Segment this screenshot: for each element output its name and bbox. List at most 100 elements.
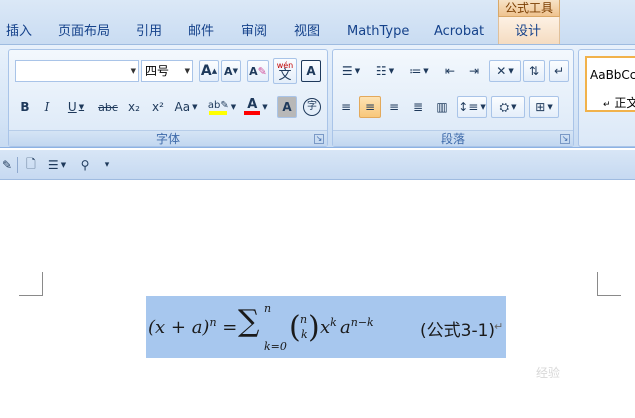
equation-x-term: xk xyxy=(320,316,337,338)
chevron-down-icon: ▼ xyxy=(423,67,429,75)
style-name-label: ↵ 正文 xyxy=(603,96,635,110)
chevron-down-icon: ▼ xyxy=(60,161,67,169)
tab-page-layout[interactable]: 页面布局 xyxy=(58,22,110,42)
align-center-button[interactable]: ≡ xyxy=(359,96,381,118)
numbering-button[interactable]: ☷ ▼ xyxy=(369,60,401,82)
summation-symbol: ∑ xyxy=(238,304,260,339)
strikethrough-button[interactable]: abc xyxy=(95,96,121,118)
shading-button[interactable]: ⛭ ▼ xyxy=(491,96,525,118)
chevron-down-icon: ▼ xyxy=(184,67,190,75)
paragraph-mark-icon: ↵ xyxy=(603,100,611,110)
italic-button[interactable]: I xyxy=(37,96,57,118)
decrease-indent-button[interactable]: ⇤ xyxy=(439,60,461,82)
justify-icon: ≣ xyxy=(412,100,424,114)
borders-icon: ⊞ xyxy=(535,100,546,114)
table-icon[interactable]: ☰ ▼ xyxy=(44,154,70,176)
numbered-list-icon: ☷ xyxy=(375,64,387,78)
bold-button[interactable]: B xyxy=(15,96,35,118)
eraser-icon: ✎ xyxy=(257,64,267,78)
equation-lhs: (x + a)n = xyxy=(148,316,238,338)
customize-toolbar-icon[interactable]: ▾ xyxy=(100,154,114,176)
font-color-swatch xyxy=(244,111,261,115)
watermark: 经验 xyxy=(536,366,561,380)
font-group-label: 字体 xyxy=(9,130,327,146)
line-spacing-icon: ↕≡ xyxy=(458,100,479,114)
binom-top: n xyxy=(300,313,308,326)
line-spacing-button[interactable]: ↕≡ ▼ xyxy=(457,96,487,118)
binom-paren-right: ) xyxy=(308,310,320,345)
tab-mathtype[interactable]: MathType xyxy=(347,22,409,42)
tab-design[interactable]: 设计 xyxy=(515,22,541,42)
chevron-down-icon: ▼ xyxy=(388,67,395,75)
tab-review[interactable]: 审阅 xyxy=(241,22,267,42)
style-normal-tile[interactable]: AaBbCcI ↵ 正文 xyxy=(585,56,635,112)
highlight-color-swatch xyxy=(209,110,228,115)
chinese-layout-button[interactable]: ✕ ▼ xyxy=(489,60,521,82)
sort-icon: ⇅ xyxy=(528,64,540,78)
chevron-down-icon: ▼ xyxy=(130,67,136,75)
font-size-combo[interactable]: 四号 ▼ xyxy=(141,60,193,82)
chevron-down-icon: ▼ xyxy=(508,67,514,75)
arrow-down-icon: ▼ xyxy=(232,67,238,75)
font-dialog-launcher-icon[interactable]: ↘ xyxy=(314,134,324,144)
superscript-button[interactable]: x² xyxy=(147,96,169,118)
tab-acrobat[interactable]: Acrobat xyxy=(434,22,484,42)
chevron-down-icon: ▼ xyxy=(230,103,237,111)
multilevel-list-button[interactable]: ≔ ▼ xyxy=(403,60,435,82)
show-marks-button[interactable]: ↵ xyxy=(549,60,569,82)
arrow-up-icon: ▲ xyxy=(211,67,218,75)
paragraph-dialog-launcher-icon[interactable]: ↘ xyxy=(560,134,570,144)
sort-button[interactable]: ⇅ xyxy=(523,60,545,82)
tab-view[interactable]: 视图 xyxy=(294,22,320,42)
clear-format-button[interactable]: A ✎ xyxy=(247,60,269,82)
binom-bottom: k xyxy=(301,328,308,341)
align-left-button[interactable]: ≡ xyxy=(335,96,357,118)
character-border-button[interactable]: A xyxy=(301,60,321,82)
change-case-button[interactable]: Aa ▼ xyxy=(171,96,201,118)
binomial-equation[interactable]: (x + a)n = ∑ n k=0 ( n k ) xk an−k xyxy=(148,302,418,353)
chinese-layout-icon: ✕ xyxy=(496,64,507,78)
sum-upper-limit: n xyxy=(264,302,272,315)
increase-indent-button[interactable]: ⇥ xyxy=(463,60,485,82)
bullets-button[interactable]: ☰ ▼ xyxy=(335,60,367,82)
chevron-down-icon: ▼ xyxy=(511,103,517,111)
subscript-button[interactable]: x₂ xyxy=(123,96,145,118)
new-document-icon[interactable]: 🗋 xyxy=(22,154,40,176)
chevron-down-icon: ▼ xyxy=(354,67,361,75)
tab-insert[interactable]: 插入 xyxy=(6,22,32,42)
equation-number-label: (公式3-1) xyxy=(420,321,496,341)
align-right-icon: ≡ xyxy=(388,100,400,114)
chevron-down-icon: ▼ xyxy=(192,103,198,111)
paragraph-group-label: 段落 xyxy=(333,130,573,146)
font-color-button[interactable]: A ▼ xyxy=(241,96,271,118)
font-name-combo[interactable]: ▼ xyxy=(15,60,139,82)
character-shading-button[interactable]: A xyxy=(277,96,297,118)
phonetic-guide-button[interactable]: wén 文 xyxy=(273,58,297,84)
shrink-font-button[interactable]: A ▼ xyxy=(221,60,241,82)
align-center-icon: ≡ xyxy=(364,100,376,114)
underline-button[interactable]: U ▼ xyxy=(61,96,91,118)
justify-button[interactable]: ≣ xyxy=(407,96,429,118)
paint-bucket-icon: ⛭ xyxy=(499,99,510,114)
ribbon: ▼ 四号 ▼ A ▲ A ▼ A ✎ wén 文 A B I U ▼ abc x₂ x² xyxy=(0,44,635,148)
distributed-button[interactable]: ▥ xyxy=(431,96,453,118)
crop-mark-left xyxy=(19,272,43,296)
format-painter-icon[interactable]: ⚲ xyxy=(74,154,96,176)
borders-button[interactable]: ⊞ ▼ xyxy=(529,96,559,118)
paragraph-mark-icon: ↵ xyxy=(494,320,504,333)
grow-font-button[interactable]: A ▲ xyxy=(199,60,219,82)
highlight-button[interactable]: ab✎ ▼ xyxy=(205,96,239,118)
pencil-icon[interactable]: ✎ xyxy=(0,154,14,176)
binom-paren-left: ( xyxy=(289,310,301,345)
chevron-down-icon: ▼ xyxy=(480,103,486,111)
chevron-down-icon: ▼ xyxy=(547,103,553,111)
equation-tools-header: 公式工具 xyxy=(498,0,560,17)
sum-lower-limit: k=0 xyxy=(264,340,287,353)
tab-references[interactable]: 引用 xyxy=(136,22,162,42)
tab-mailings[interactable]: 邮件 xyxy=(188,22,214,42)
enclose-characters-button[interactable]: 字 xyxy=(301,96,323,118)
ribbon-tab-strip: 公式工具 插入 页面布局 引用 邮件 审阅 视图 MathType Acroba… xyxy=(0,0,635,44)
toolbar-divider xyxy=(17,157,18,173)
align-right-button[interactable]: ≡ xyxy=(383,96,405,118)
indent-icon: ⇥ xyxy=(468,64,480,78)
